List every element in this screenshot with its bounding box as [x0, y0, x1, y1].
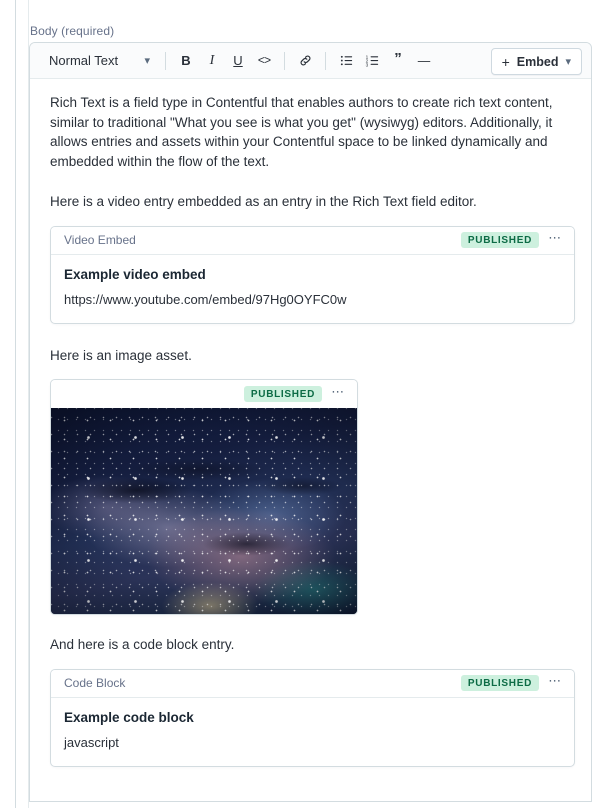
text-style-select[interactable]: Normal Text ▾ — [40, 48, 158, 74]
editor-canvas[interactable]: Rich Text is a field type in Contentful … — [30, 79, 591, 767]
ellipsis-icon[interactable]: ⋯ — [545, 230, 565, 250]
editor-toolbar: Normal Text ▾ B I U <> 1 2 3 ” — + Embed… — [30, 43, 591, 79]
status-badge: PUBLISHED — [243, 386, 322, 402]
entry-title: Example code block — [64, 709, 194, 725]
card-header: Video Embed PUBLISHED ⋯ — [51, 226, 574, 255]
plus-icon: + — [501, 53, 510, 70]
card-body: Example code block javascript — [51, 698, 574, 766]
bulleted-list-icon[interactable] — [335, 50, 357, 72]
toolbar-divider — [165, 51, 166, 70]
field-label: Body (required) — [30, 24, 115, 38]
toolbar-divider — [284, 51, 285, 70]
entry-subtitle: https://www.youtube.com/embed/97Hg0OYFC0… — [64, 291, 347, 307]
card-header: PUBLISHED ⋯ — [51, 380, 357, 408]
numbered-list-icon[interactable]: 1 2 3 — [361, 50, 383, 72]
entry-content-type: Video Embed — [64, 233, 136, 247]
ellipsis-icon[interactable]: ⋯ — [328, 384, 348, 404]
chevron-down-icon: ▾ — [565, 56, 571, 68]
toolbar-divider — [325, 51, 326, 70]
paragraph-image-intro: Here is an image asset. — [50, 347, 192, 363]
entry-subtitle: javascript — [64, 734, 119, 750]
ellipsis-icon[interactable]: ⋯ — [545, 673, 565, 693]
entry-content-type: Code Block — [64, 676, 126, 690]
paragraph-intro: Rich Text is a field type in Contentful … — [50, 95, 553, 169]
text-style-select-value: Normal Text — [49, 53, 119, 68]
italic-button[interactable]: I — [201, 50, 223, 72]
embedded-entry-video[interactable]: Video Embed PUBLISHED ⋯ Example video em… — [50, 225, 575, 324]
embedded-entry-code-block[interactable]: Code Block PUBLISHED ⋯ Example code bloc… — [50, 668, 575, 767]
entry-title: Example video embed — [64, 266, 206, 282]
rich-text-field-editor: Body (required) Normal Text ▾ B I U <> 1… — [0, 0, 610, 808]
card-header: Code Block PUBLISHED ⋯ — [51, 669, 574, 698]
chevron-down-icon: ▾ — [144, 55, 150, 67]
editor-container: Normal Text ▾ B I U <> 1 2 3 ” — + Embed… — [29, 42, 592, 802]
horizontal-rule-button[interactable]: — — [413, 50, 435, 72]
bold-button[interactable]: B — [175, 50, 197, 72]
card-body: Example video embed https://www.youtube.… — [51, 255, 574, 323]
paragraph-video-intro: Here is a video entry embedded as an ent… — [50, 194, 477, 209]
status-badge: PUBLISHED — [460, 675, 539, 691]
paragraph-code-intro: And here is a code block entry. — [50, 637, 235, 652]
inline-code-button[interactable]: <> — [253, 50, 275, 72]
sidebar-divider-outer — [15, 0, 16, 808]
embed-button[interactable]: + Embed ▾ — [490, 48, 582, 75]
underline-button[interactable]: U — [227, 50, 249, 72]
embedded-asset-image[interactable]: PUBLISHED ⋯ — [50, 379, 358, 615]
embed-button-label: Embed — [516, 54, 559, 69]
link-icon[interactable] — [294, 50, 316, 72]
asset-image-galaxy — [51, 408, 357, 614]
blockquote-button[interactable]: ” — [387, 50, 409, 72]
status-badge: PUBLISHED — [460, 232, 539, 248]
svg-text:3: 3 — [365, 62, 368, 67]
